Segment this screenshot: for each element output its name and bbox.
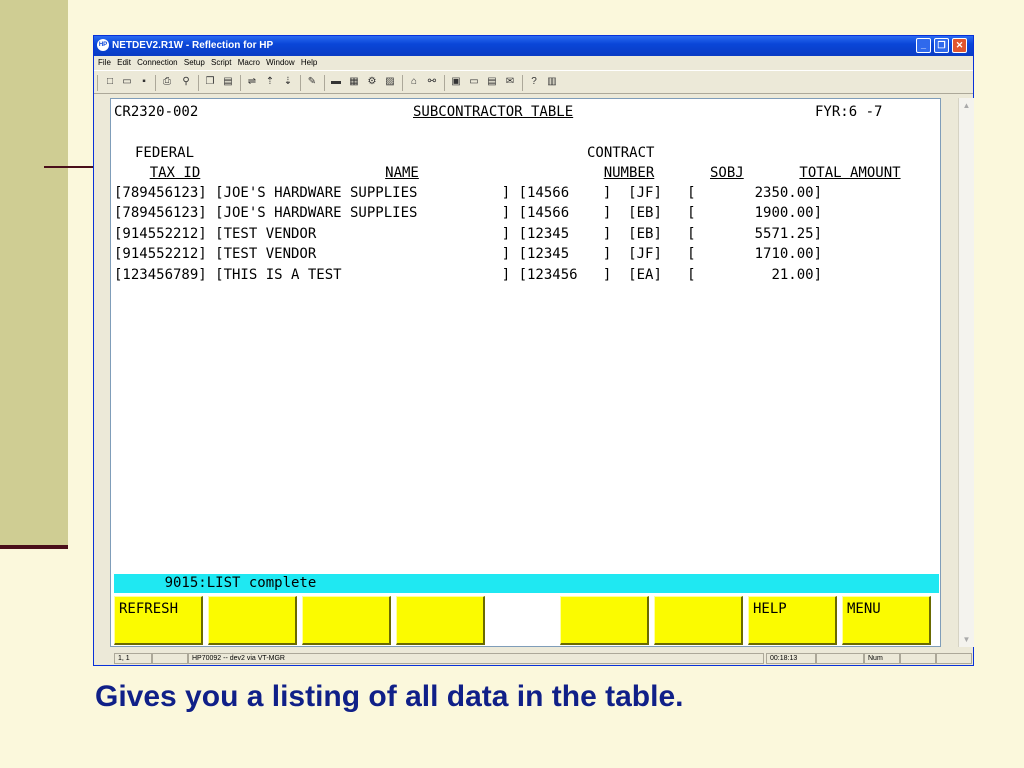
table-row[interactable]: [789456123] [JOE'S HARDWARE SUPPLIES ] […: [114, 205, 822, 221]
menu-help[interactable]: Help: [301, 58, 317, 67]
open-icon[interactable]: ▭: [121, 76, 133, 88]
title-bar[interactable]: HP NETDEV2.R1W - Reflection for HP _ ❐ ✕: [94, 36, 973, 56]
paste-icon[interactable]: ▤: [222, 76, 234, 88]
hosts-icon[interactable]: ⌂: [408, 76, 420, 88]
slide-accent-line: [0, 545, 68, 549]
fiscal-year: FYR:6 -7: [815, 104, 883, 120]
scroll-down-icon[interactable]: ▼: [961, 634, 972, 645]
function-key-3[interactable]: [302, 596, 391, 645]
slide-caption: Gives you a listing of all data in the t…: [95, 680, 684, 713]
menu-setup[interactable]: Setup: [184, 58, 205, 67]
print-icon[interactable]: ⎙: [161, 76, 173, 88]
find-icon[interactable]: ⚲: [180, 76, 192, 88]
save-icon[interactable]: ▪: [138, 76, 150, 88]
toolbar-separator: [97, 75, 98, 91]
function-key-5[interactable]: [560, 596, 649, 645]
app-icon: HP: [97, 39, 109, 51]
toolbar-separator: [402, 75, 403, 91]
color-icon[interactable]: ▨: [384, 76, 396, 88]
header-contract-number: NUMBER: [603, 165, 655, 181]
status-field: [900, 653, 936, 664]
toolbar-separator: [324, 75, 325, 91]
status-field: [816, 653, 864, 664]
macro-icon[interactable]: ✎: [306, 76, 318, 88]
link-icon[interactable]: ⚯: [426, 76, 438, 88]
menu-bar: File Edit Connection Setup Script Macro …: [94, 56, 973, 70]
status-message: 9015:LIST complete: [114, 574, 939, 593]
status-field: [936, 653, 972, 664]
refresh-key[interactable]: REFRESH: [114, 596, 203, 645]
table-row[interactable]: [914552212] [TEST VENDOR ] [12345 ] [JF]…: [114, 246, 822, 262]
table-title: SUBCONTRACTOR TABLE: [413, 104, 574, 120]
keyboard-icon[interactable]: ▬: [330, 76, 342, 88]
session-icon[interactable]: ▤: [486, 76, 498, 88]
status-field: [152, 653, 188, 664]
session-time: 00:18:13: [766, 653, 816, 664]
function-key-2[interactable]: [208, 596, 297, 645]
header-tax-id: TAX ID: [149, 165, 201, 181]
close-button[interactable]: ✕: [952, 38, 967, 53]
connect-icon[interactable]: ⇌: [246, 76, 258, 88]
screen-id: CR2320-002: [114, 104, 199, 120]
terminal-icon[interactable]: ▭: [468, 76, 480, 88]
scroll-up-icon[interactable]: ▲: [961, 100, 972, 111]
vertical-scrollbar[interactable]: ▲ ▼: [958, 98, 974, 647]
menu-macro[interactable]: Macro: [238, 58, 260, 67]
menu-key[interactable]: MENU: [842, 596, 931, 645]
toolbar-separator: [444, 75, 445, 91]
menu-connection[interactable]: Connection: [137, 58, 177, 67]
menu-window[interactable]: Window: [266, 58, 294, 67]
header-contract: CONTRACT: [587, 145, 655, 161]
slide-side-bar: [0, 0, 68, 545]
table-row[interactable]: [914552212] [TEST VENDOR ] [12345 ] [EB]…: [114, 226, 822, 242]
display-icon[interactable]: ▦: [348, 76, 360, 88]
transfer-icon[interactable]: ⇡: [264, 76, 276, 88]
header-sobj: SOBJ: [710, 165, 744, 181]
toolbar-separator: [300, 75, 301, 91]
cursor-position: 1, 1: [114, 653, 152, 664]
table-row[interactable]: [789456123] [JOE'S HARDWARE SUPPLIES ] […: [114, 185, 822, 201]
settings-icon[interactable]: ⚙: [366, 76, 378, 88]
menu-file[interactable]: File: [98, 58, 111, 67]
menu-script[interactable]: Script: [211, 58, 231, 67]
status-bar: 1, 1 HP70092 -- dev2 via VT-MGR 00:18:13…: [94, 651, 973, 666]
book-icon[interactable]: ▥: [546, 76, 558, 88]
toolbar-separator: [198, 75, 199, 91]
terminal-screen[interactable]: CR2320-002 SUBCONTRACTOR TABLE FYR:6 -7 …: [110, 98, 941, 647]
minimize-button[interactable]: _: [916, 38, 931, 53]
header-total-amount: TOTAL AMOUNT: [799, 165, 901, 181]
function-key-4[interactable]: [396, 596, 485, 645]
toolbar-separator: [240, 75, 241, 91]
restore-button[interactable]: ❐: [934, 38, 949, 53]
toolbar: □ ▭ ▪ ⎙ ⚲ ❐ ▤ ⇌ ⇡ ⇣ ✎ ▬ ▦ ⚙ ▨ ⌂ ⚯ ▣ ▭ ▤ …: [94, 70, 973, 94]
help-key[interactable]: HELP: [748, 596, 837, 645]
function-key-6[interactable]: [654, 596, 743, 645]
num-lock-indicator: Num: [864, 653, 900, 664]
slide-accent-line: [44, 166, 94, 168]
host-info: HP70092 -- dev2 via VT-MGR: [188, 653, 764, 664]
file-icon[interactable]: ▣: [450, 76, 462, 88]
menu-edit[interactable]: Edit: [117, 58, 131, 67]
copy-icon[interactable]: ❐: [204, 76, 216, 88]
mail-icon[interactable]: ✉: [504, 76, 516, 88]
header-name: NAME: [385, 165, 419, 181]
toolbar-separator: [522, 75, 523, 91]
new-icon[interactable]: □: [104, 76, 116, 88]
help-icon[interactable]: ?: [528, 76, 540, 88]
reflection-window: HP NETDEV2.R1W - Reflection for HP _ ❐ ✕…: [93, 35, 974, 666]
receive-icon[interactable]: ⇣: [282, 76, 294, 88]
header-federal: FEDERAL: [135, 145, 195, 161]
toolbar-separator: [155, 75, 156, 91]
window-title: NETDEV2.R1W - Reflection for HP: [112, 40, 274, 51]
table-row[interactable]: [123456789] [THIS IS A TEST ] [123456 ] …: [114, 267, 822, 283]
